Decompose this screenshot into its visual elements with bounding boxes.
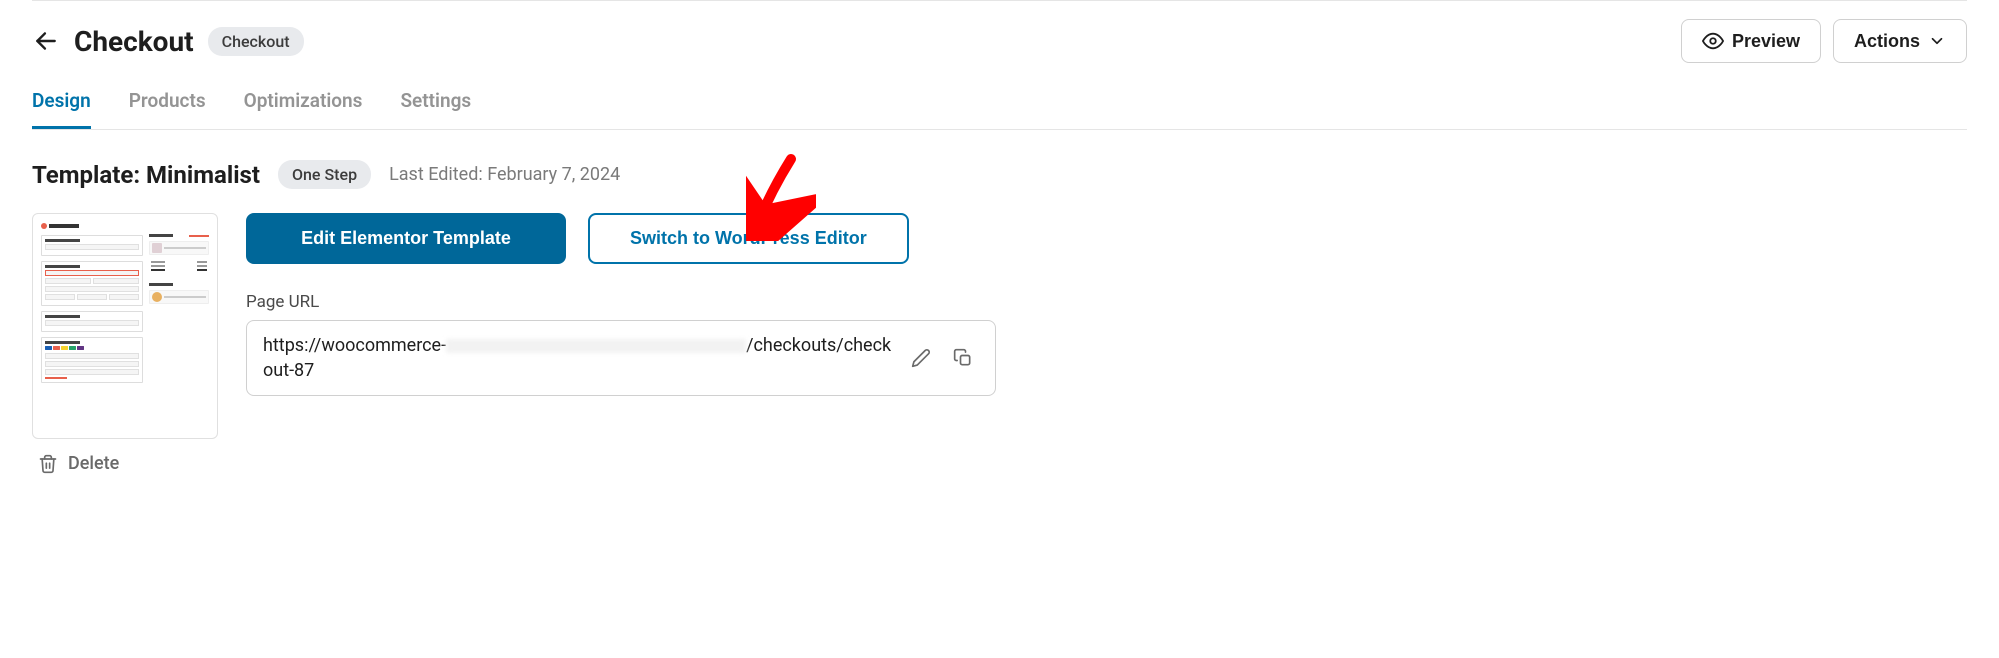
tabs: Design Products Optimizations Settings — [32, 81, 1967, 130]
page-url-field: https://woocommerce-/checkouts/checkout-… — [246, 320, 996, 396]
template-thumbnail[interactable] — [32, 213, 218, 439]
topbar-left: Checkout Checkout — [32, 25, 304, 58]
eye-icon — [1702, 30, 1724, 52]
chevron-down-icon — [1928, 32, 1946, 50]
copy-icon — [953, 348, 973, 368]
tab-design[interactable]: Design — [32, 81, 91, 129]
step-badge: One Step — [278, 160, 371, 189]
topbar-right: Preview Actions — [1681, 19, 1967, 63]
tab-settings[interactable]: Settings — [400, 81, 471, 129]
actions-label: Actions — [1854, 31, 1920, 52]
tab-optimizations[interactable]: Optimizations — [244, 81, 363, 129]
url-prefix: https://woocommerce- — [263, 335, 446, 356]
tab-products[interactable]: Products — [129, 81, 206, 129]
template-title: Template: Minimalist — [32, 161, 260, 189]
pencil-icon — [911, 348, 931, 368]
preview-label: Preview — [1732, 31, 1800, 52]
last-edited: Last Edited: February 7, 2024 — [389, 164, 620, 185]
page-title: Checkout — [74, 25, 194, 58]
layout-row: Delete Edit Elementor Template Switch to… — [32, 213, 1967, 474]
thumbnail-column: Delete — [32, 213, 218, 474]
button-row: Edit Elementor Template Switch to WordPr… — [246, 213, 996, 264]
meta-row: Template: Minimalist One Step Last Edite… — [32, 160, 1967, 189]
content: Template: Minimalist One Step Last Edite… — [32, 130, 1967, 504]
main-column: Edit Elementor Template Switch to WordPr… — [246, 213, 996, 396]
page-url-value: https://woocommerce-/checkouts/checkout-… — [263, 333, 895, 383]
trash-icon — [38, 454, 58, 474]
back-arrow-icon[interactable] — [32, 27, 60, 55]
actions-button[interactable]: Actions — [1833, 19, 1967, 63]
url-redacted — [446, 339, 746, 353]
topbar: Checkout Checkout Preview Actions — [32, 0, 1967, 81]
switch-editor-button[interactable]: Switch to WordPress Editor — [588, 213, 909, 264]
delete-label: Delete — [68, 453, 119, 474]
edit-url-button[interactable] — [905, 342, 937, 374]
page-url-label: Page URL — [246, 292, 996, 312]
preview-button[interactable]: Preview — [1681, 19, 1821, 63]
page-type-badge: Checkout — [208, 27, 304, 56]
delete-button[interactable]: Delete — [32, 453, 218, 474]
copy-url-button[interactable] — [947, 342, 979, 374]
edit-template-button[interactable]: Edit Elementor Template — [246, 213, 566, 264]
